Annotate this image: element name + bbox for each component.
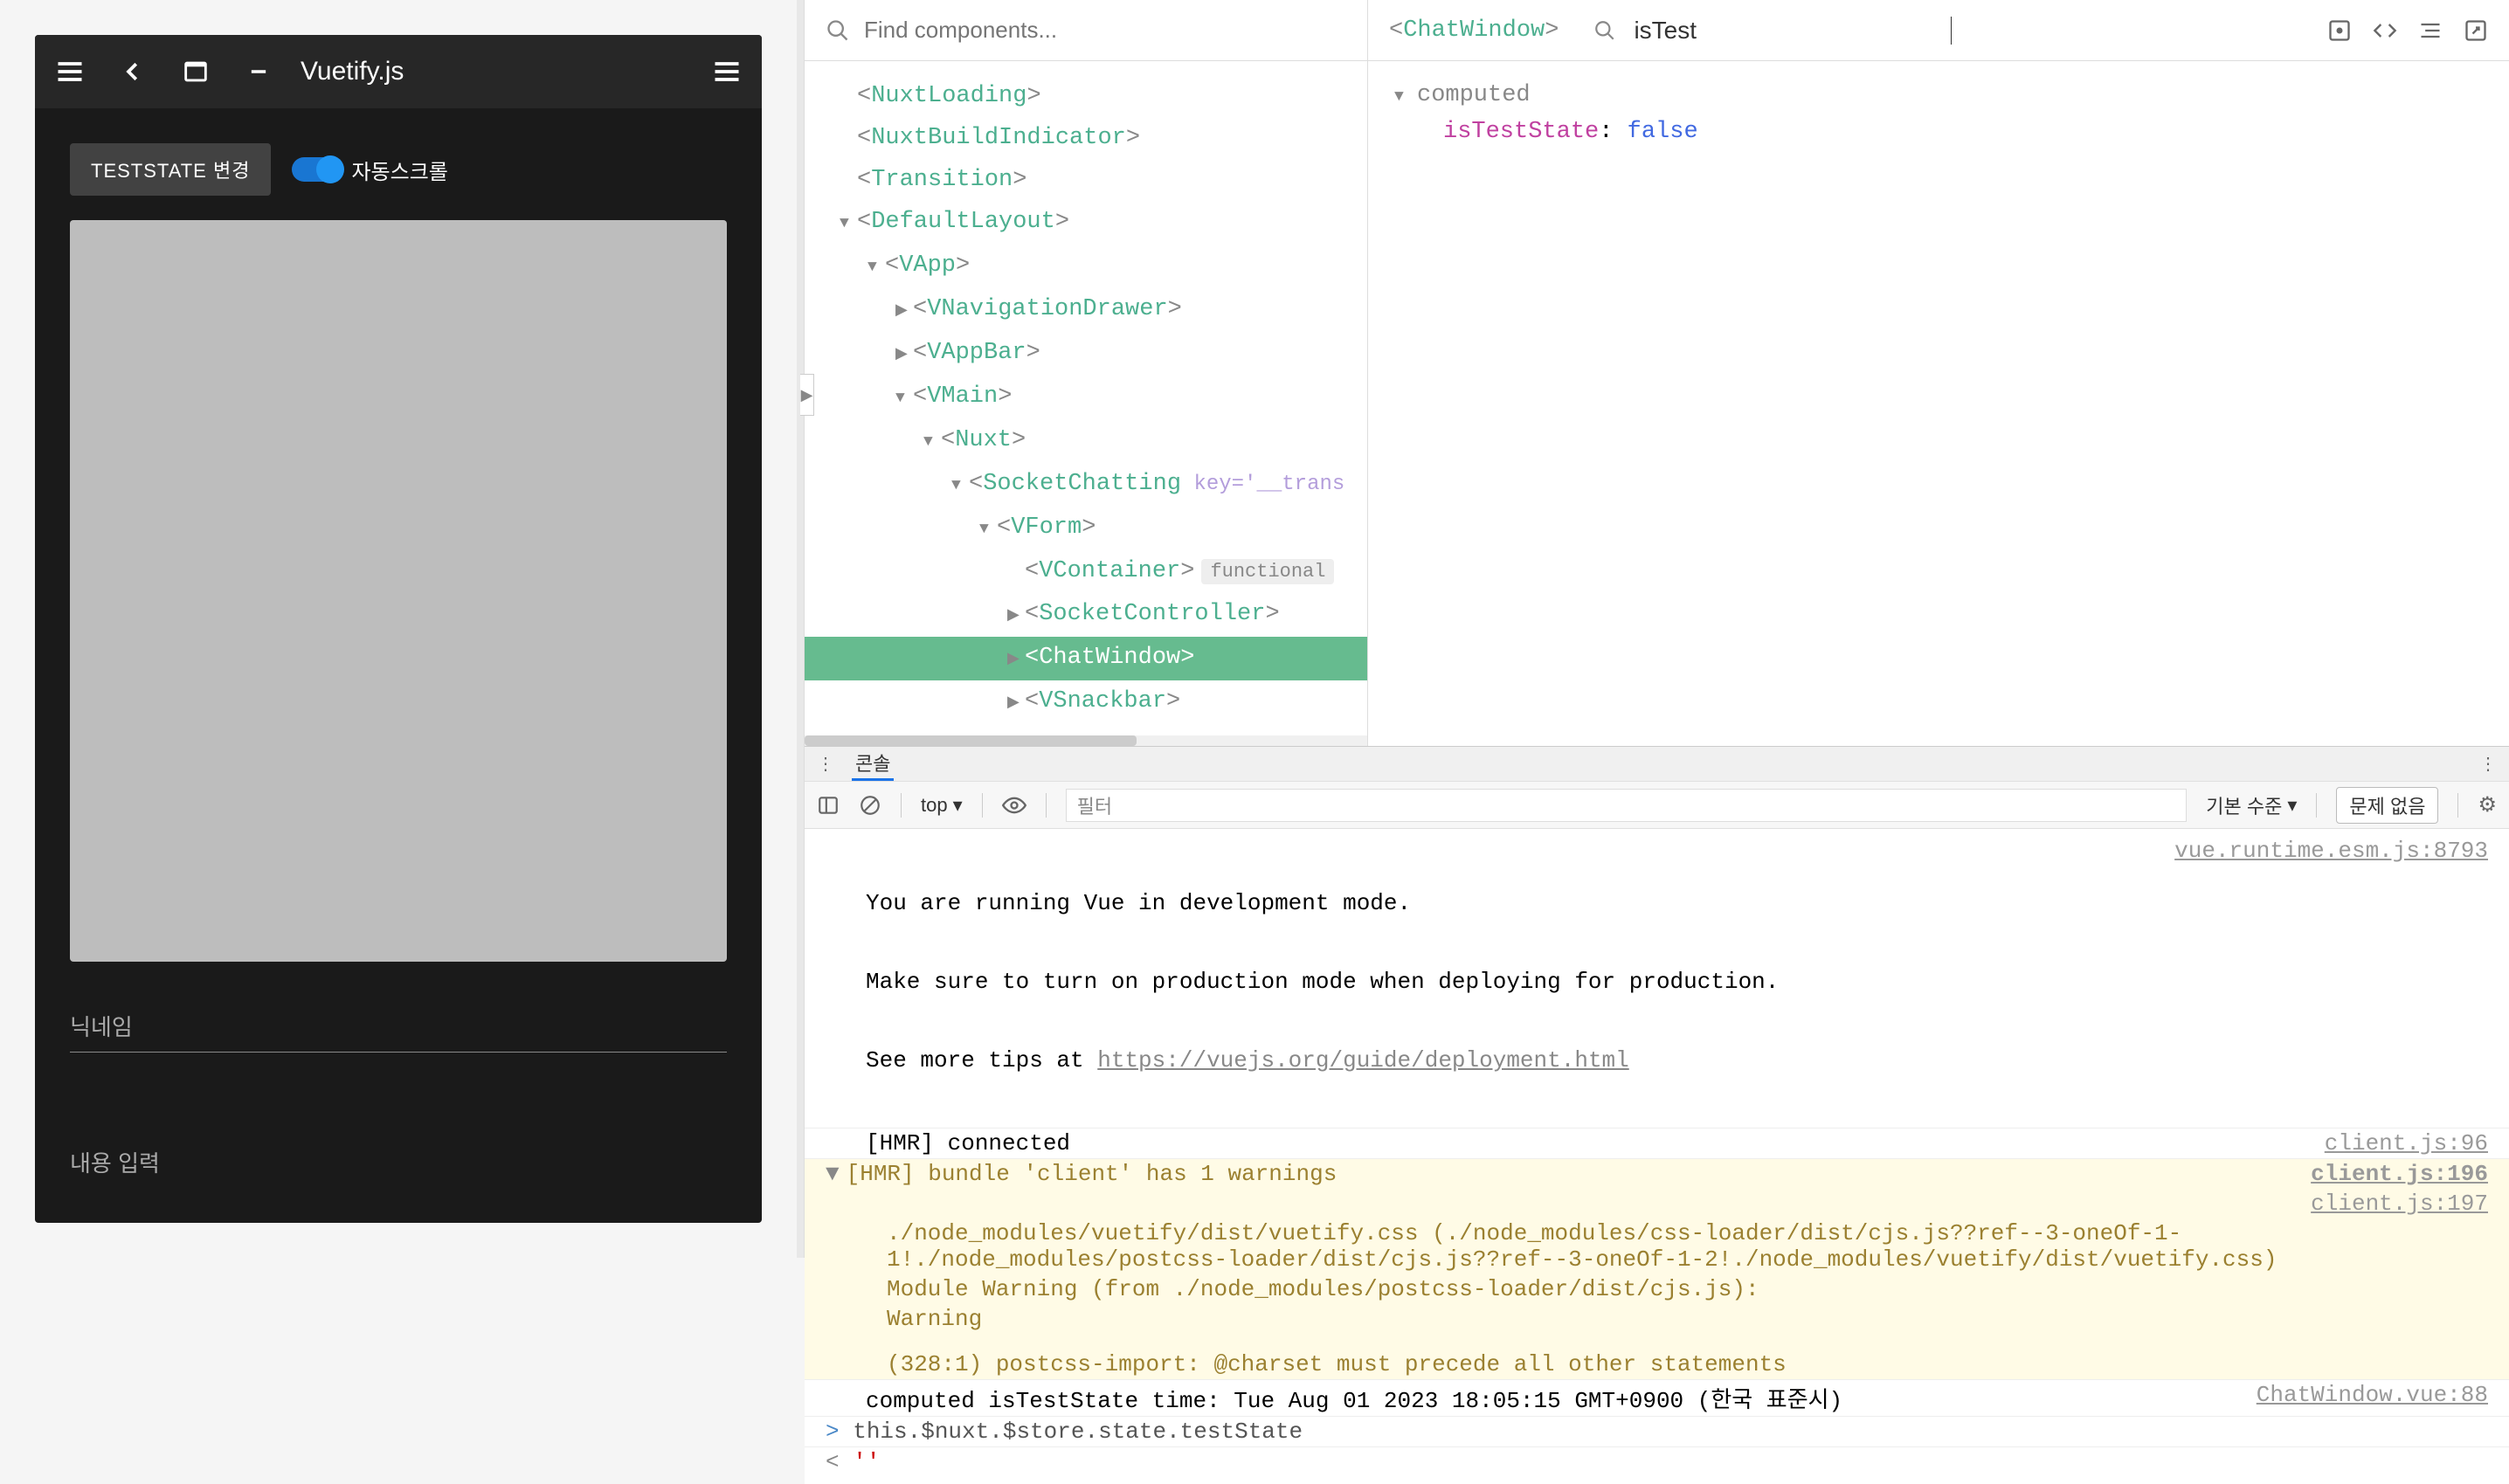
log-level-selector[interactable]: 기본 수준 ▾ bbox=[2206, 791, 2297, 819]
kebab-menu-icon[interactable]: ⋮ bbox=[817, 753, 834, 775]
code-icon[interactable] bbox=[2373, 18, 2397, 43]
console-message: You are running Vue in development mode. bbox=[866, 890, 2157, 916]
app-frame: Vuetify.js TESTSTATE 변경 자동스크롤 bbox=[35, 35, 762, 1223]
computed-section[interactable]: ▼computed bbox=[1394, 82, 2483, 108]
inspector-panel: <ChatWindow> ▼computed isTestState: fals… bbox=[1368, 0, 2509, 746]
console-panel: ⋮ 콘솔 ⋮ top ▾ 필터 기본 수준 ▾ 문제 없음 ⚙ bbox=[805, 746, 2509, 1484]
console-warning-detail: Module Warning (from ./node_modules/post… bbox=[826, 1276, 2488, 1302]
tree-node-vsnackbar[interactable]: ▶<VSnackbar> bbox=[805, 680, 1367, 724]
console-message: computed isTestState time: Tue Aug 01 20… bbox=[826, 1382, 2239, 1414]
return-icon: < bbox=[826, 1449, 853, 1475]
devtools-panel: <NuxtLoading><NuxtBuildIndicator><Transi… bbox=[804, 0, 2509, 1258]
component-search-input[interactable] bbox=[864, 17, 1346, 44]
menu-icon[interactable] bbox=[49, 51, 91, 93]
close-icon[interactable]: ⋮ bbox=[2479, 753, 2497, 775]
tree-node-vappbar[interactable]: ▶<VAppBar> bbox=[805, 332, 1367, 376]
console-warning-detail: (328:1) postcss-import: @charset must pr… bbox=[826, 1351, 2488, 1377]
nickname-input[interactable] bbox=[70, 1004, 727, 1053]
app-title: Vuetify.js bbox=[301, 57, 404, 86]
tree-node-nuxt[interactable]: ▼<Nuxt> bbox=[805, 419, 1367, 463]
console-warning-detail: ./node_modules/vuetify/dist/vuetify.css … bbox=[826, 1220, 2488, 1273]
vertical-splitter[interactable]: ⋮⋮ bbox=[797, 0, 804, 1258]
console-message: See more tips at bbox=[866, 1047, 1097, 1073]
console-filter-input[interactable]: 필터 bbox=[1066, 789, 2188, 822]
preview-panel: Vuetify.js TESTSTATE 변경 자동스크롤 bbox=[0, 0, 797, 1258]
teststate-button[interactable]: TESTSTATE 변경 bbox=[70, 143, 271, 196]
computed-property[interactable]: isTestState: false bbox=[1394, 119, 2483, 145]
console-warning-detail: Warning bbox=[826, 1306, 2488, 1332]
back-icon[interactable] bbox=[112, 51, 154, 93]
autoscroll-toggle[interactable] bbox=[292, 157, 341, 182]
minimize-icon[interactable] bbox=[238, 51, 280, 93]
component-tree-panel: <NuxtLoading><NuxtBuildIndicator><Transi… bbox=[805, 0, 1368, 746]
source-link[interactable]: client.js:96 bbox=[2325, 1130, 2488, 1156]
tree-node-chatwindow[interactable]: ▶<ChatWindow> bbox=[805, 637, 1367, 680]
tree-node-socketcontroller[interactable]: ▶<SocketController> bbox=[805, 593, 1367, 637]
source-link[interactable]: vue.runtime.esm.js:8793 bbox=[2174, 838, 2488, 1126]
console-expression: this.$nuxt.$store.state.testState bbox=[853, 1418, 1303, 1445]
list-icon[interactable] bbox=[2418, 18, 2443, 43]
tree-node-vapp[interactable]: ▼<VApp> bbox=[805, 245, 1367, 288]
app-bar: Vuetify.js bbox=[35, 35, 762, 108]
chat-area bbox=[70, 220, 727, 962]
source-link[interactable]: client.js:197 bbox=[2311, 1191, 2488, 1217]
component-search bbox=[805, 0, 1367, 61]
content-input[interactable] bbox=[70, 1140, 727, 1188]
console-link[interactable]: https://vuejs.org/guide/deployment.html bbox=[1097, 1047, 1629, 1073]
sidebar-toggle-icon[interactable] bbox=[817, 794, 840, 817]
context-selector[interactable]: top ▾ bbox=[921, 794, 963, 817]
tree-node-socketchatting[interactable]: ▼<SocketChatting key='__trans bbox=[805, 463, 1367, 507]
expand-handle[interactable]: ▶ bbox=[800, 374, 814, 416]
autoscroll-label: 자동스크롤 bbox=[351, 155, 447, 185]
no-issues-button[interactable]: 문제 없음 bbox=[2336, 787, 2438, 824]
search-icon bbox=[1593, 19, 1616, 42]
tree-node-nuxtloading[interactable]: <NuxtLoading> bbox=[805, 75, 1367, 117]
menu-right-icon[interactable] bbox=[706, 51, 748, 93]
tab-console[interactable]: 콘솔 bbox=[852, 747, 894, 781]
console-warning: [HMR] bundle 'client' has 1 warnings bbox=[847, 1161, 1337, 1187]
window-icon[interactable] bbox=[175, 51, 217, 93]
gear-icon[interactable]: ⚙ bbox=[2478, 792, 2497, 818]
tree-node-vnavigationdrawer[interactable]: ▶<VNavigationDrawer> bbox=[805, 288, 1367, 332]
tree-node-defaultlayout[interactable]: ▼<DefaultLayout> bbox=[805, 201, 1367, 245]
horizontal-scrollbar[interactable] bbox=[805, 735, 1367, 746]
component-tree[interactable]: <NuxtLoading><NuxtBuildIndicator><Transi… bbox=[805, 61, 1367, 730]
source-link[interactable]: ChatWindow.vue:88 bbox=[2257, 1382, 2488, 1414]
chevron-down-icon: ▾ bbox=[2287, 794, 2297, 817]
popout-icon[interactable] bbox=[2464, 18, 2488, 43]
prompt-icon: > bbox=[826, 1418, 853, 1445]
caret-down-icon[interactable]: ▼ bbox=[826, 1161, 840, 1187]
tree-node-vform[interactable]: ▼<VForm> bbox=[805, 507, 1367, 550]
source-link[interactable]: client.js:196 bbox=[2311, 1161, 2488, 1187]
inspector-breadcrumb[interactable]: <ChatWindow> bbox=[1389, 17, 1559, 44]
console-return-value: '' bbox=[853, 1449, 880, 1475]
tree-node-nuxtbuildindicator[interactable]: <NuxtBuildIndicator> bbox=[805, 117, 1367, 159]
chevron-down-icon: ▾ bbox=[953, 794, 963, 817]
clear-console-icon[interactable] bbox=[859, 794, 881, 817]
search-icon bbox=[826, 18, 850, 43]
console-message: Make sure to turn on production mode whe… bbox=[866, 969, 2157, 995]
tree-node-transition[interactable]: <Transition> bbox=[805, 159, 1367, 201]
tree-node-vcontainer[interactable]: <VContainer>functional bbox=[805, 724, 1367, 730]
app-content: TESTSTATE 변경 자동스크롤 bbox=[35, 108, 762, 1223]
target-icon[interactable] bbox=[2327, 18, 2352, 43]
tree-node-vmain[interactable]: ▼<VMain> bbox=[805, 376, 1367, 419]
inspector-search-input[interactable] bbox=[1634, 17, 1952, 45]
tree-node-vcontainer[interactable]: <VContainer>functional bbox=[805, 550, 1367, 593]
live-expression-icon[interactable] bbox=[1002, 793, 1026, 818]
console-message: [HMR] connected bbox=[826, 1130, 2307, 1156]
